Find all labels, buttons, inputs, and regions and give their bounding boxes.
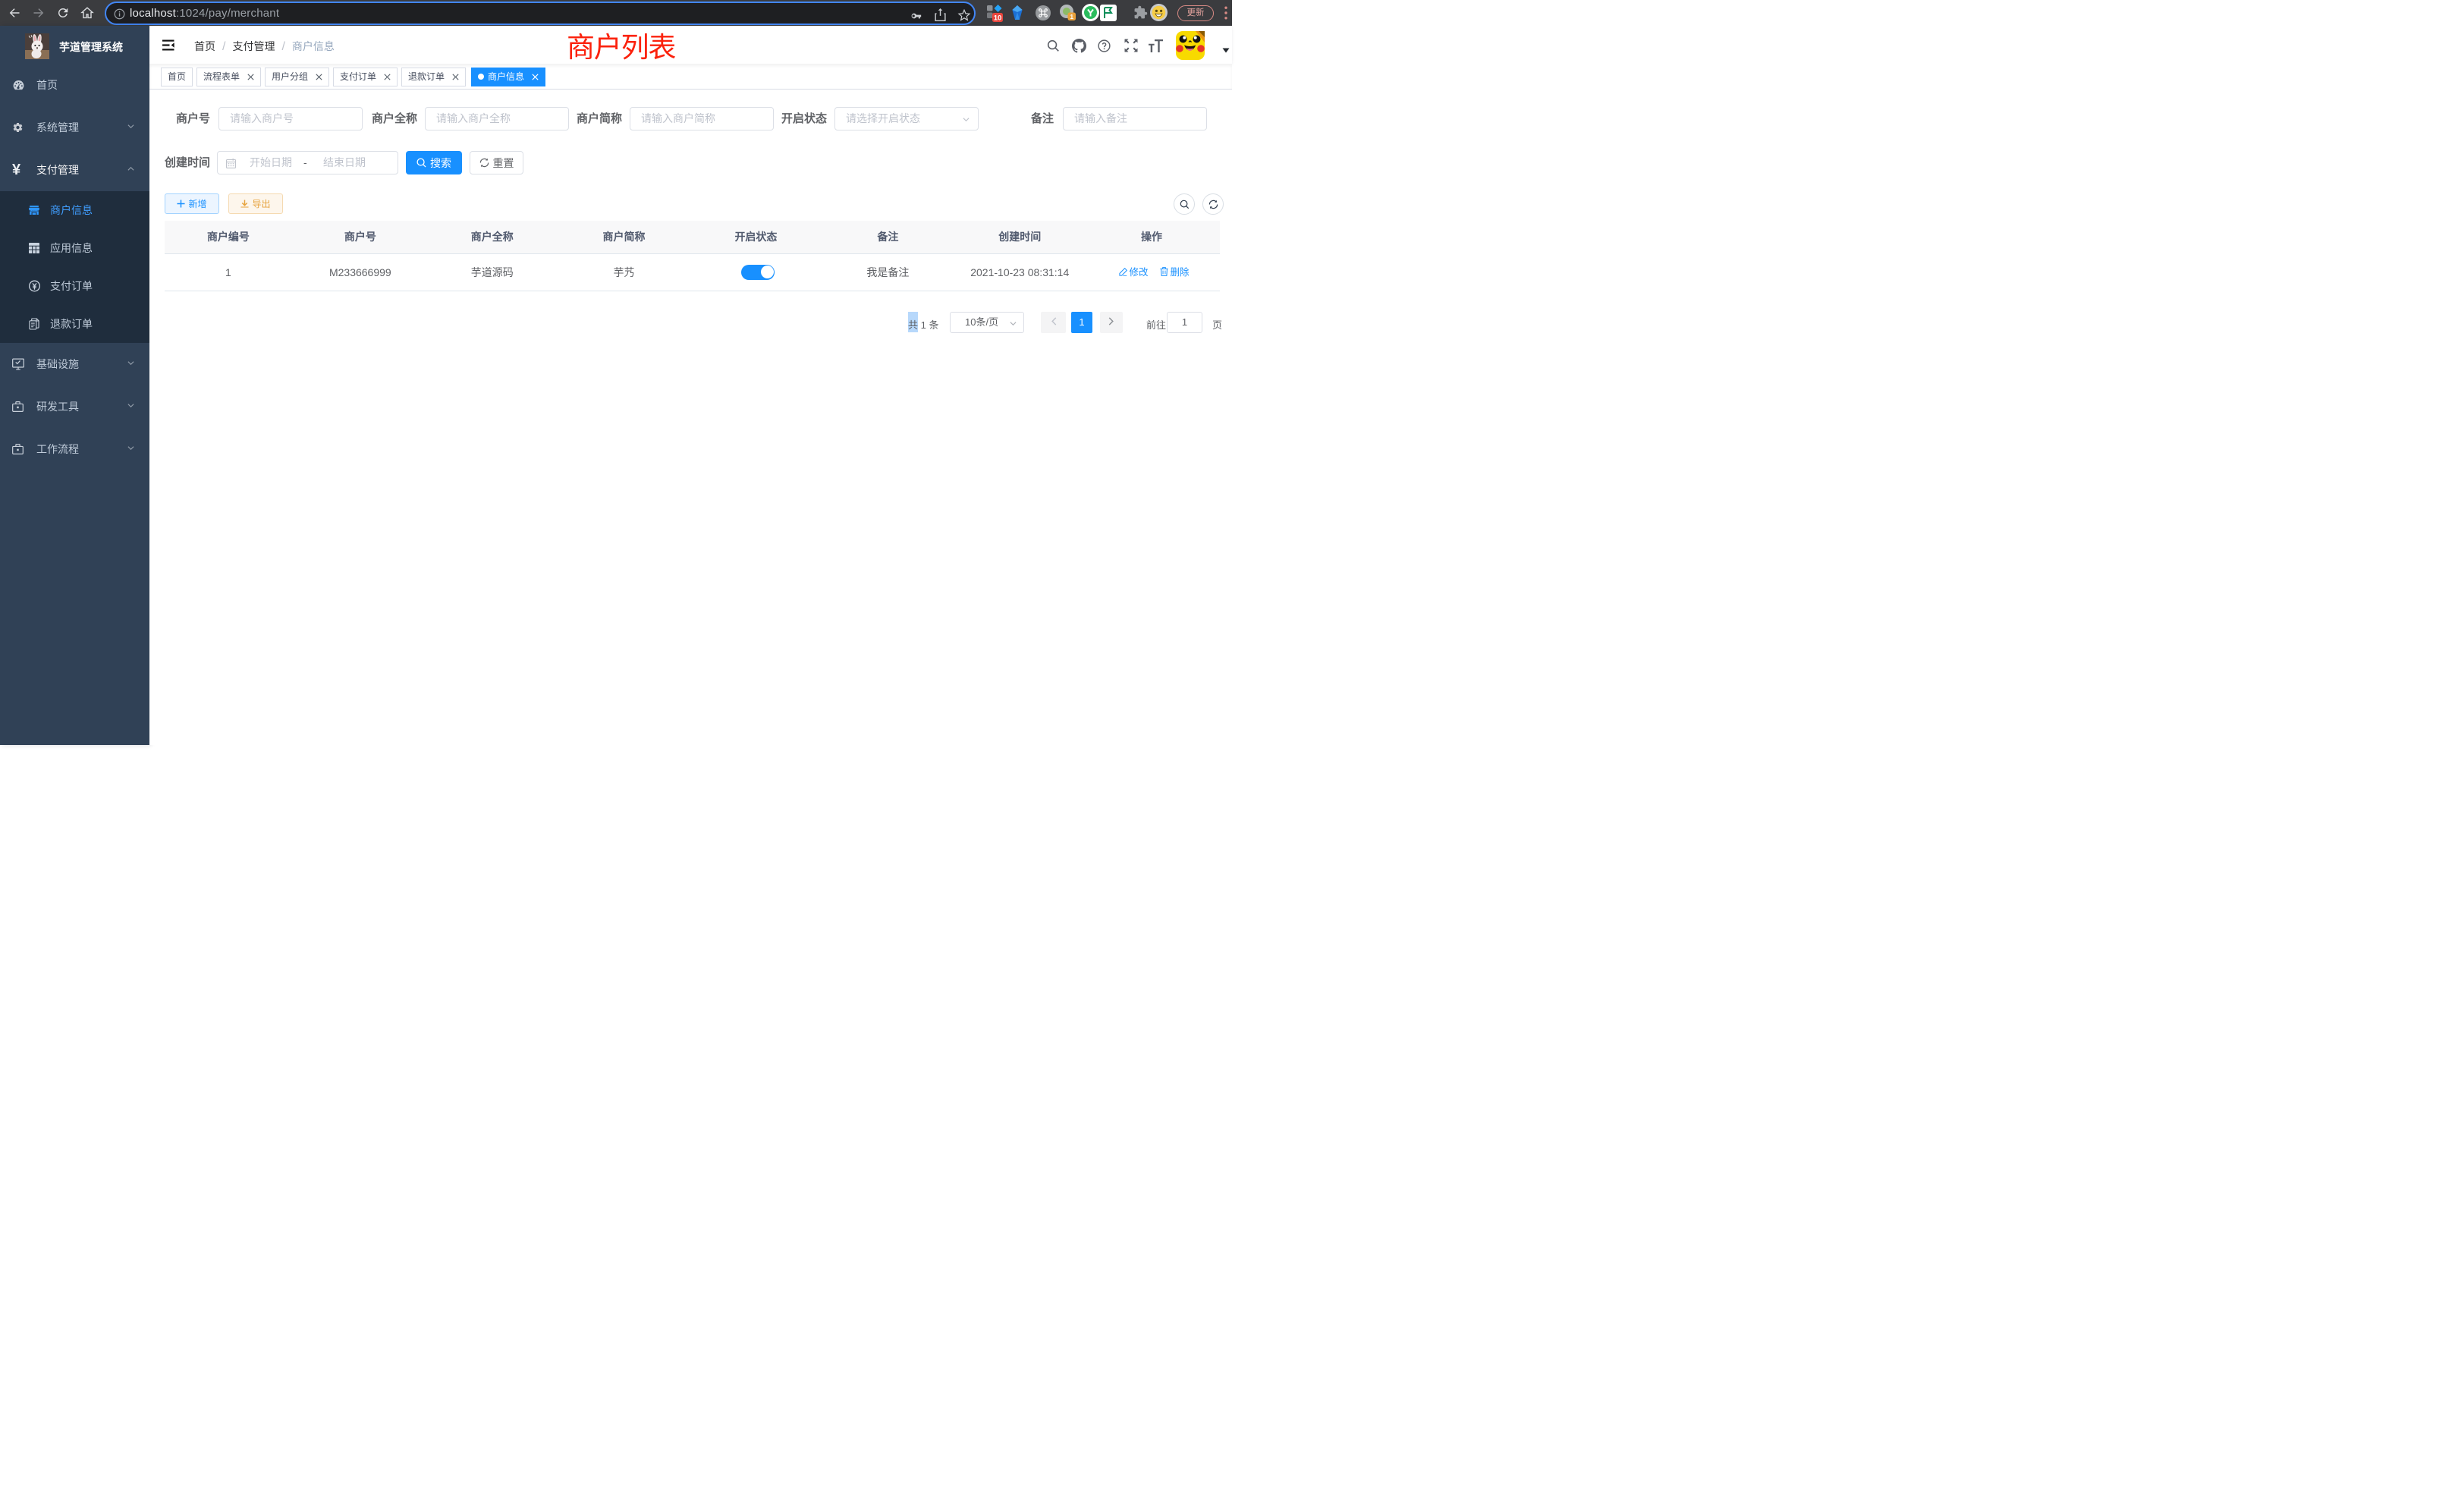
- svg-text:10: 10: [994, 14, 1002, 23]
- svg-text:1: 1: [1070, 13, 1073, 20]
